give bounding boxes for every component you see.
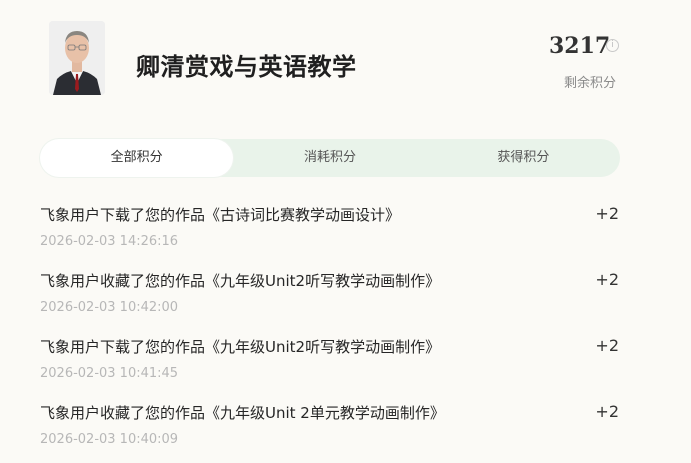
record-points: +2 (595, 402, 619, 421)
points-balance: 3217 (549, 33, 611, 59)
avatar[interactable] (49, 21, 105, 95)
tab-earned-points[interactable]: 获得积分 (427, 139, 620, 177)
tab-spent-points[interactable]: 消耗积分 (233, 139, 426, 177)
points-record-list: 飞象用户下载了您的作品《古诗词比赛教学动画设计》 2026-02-03 14:2… (40, 198, 620, 462)
record-text: 飞象用户收藏了您的作品《九年级Unit2听写教学动画制作》 (40, 272, 441, 290)
record-text: 飞象用户下载了您的作品《九年级Unit2听写教学动画制作》 (40, 338, 441, 356)
points-label: 剩余积分 (564, 76, 617, 91)
record-points: +2 (595, 204, 619, 223)
points-tabs: 全部积分 消耗积分 获得积分 (40, 139, 620, 177)
list-item: 飞象用户下载了您的作品《九年级Unit2听写教学动画制作》 2026-02-03… (40, 330, 620, 396)
record-time: 2026-02-03 14:26:16 (40, 234, 179, 249)
info-icon[interactable]: i (606, 39, 619, 52)
points-page: 卿清赏戏与英语教学 3217 i 剩余积分 全部积分 消耗积分 获得积分 飞象用… (0, 0, 691, 463)
tab-all-points[interactable]: 全部积分 (40, 139, 234, 177)
username: 卿清赏戏与英语教学 (136, 53, 357, 81)
list-item: 飞象用户收藏了您的作品《九年级Unit 2单元教学动画制作》 2026-02-0… (40, 396, 620, 462)
record-text: 飞象用户下载了您的作品《古诗词比赛教学动画设计》 (40, 206, 401, 224)
list-item: 飞象用户收藏了您的作品《九年级Unit2听写教学动画制作》 2026-02-03… (40, 264, 620, 330)
record-time: 2026-02-03 10:42:00 (40, 300, 179, 315)
user-portrait-icon (49, 21, 105, 95)
record-time: 2026-02-03 10:41:45 (40, 366, 179, 381)
list-item: 飞象用户下载了您的作品《古诗词比赛教学动画设计》 2026-02-03 14:2… (40, 198, 620, 264)
record-time: 2026-02-03 10:40:09 (40, 432, 179, 447)
record-points: +2 (595, 270, 619, 289)
record-text: 飞象用户收藏了您的作品《九年级Unit 2单元教学动画制作》 (40, 404, 445, 422)
record-points: +2 (595, 336, 619, 355)
